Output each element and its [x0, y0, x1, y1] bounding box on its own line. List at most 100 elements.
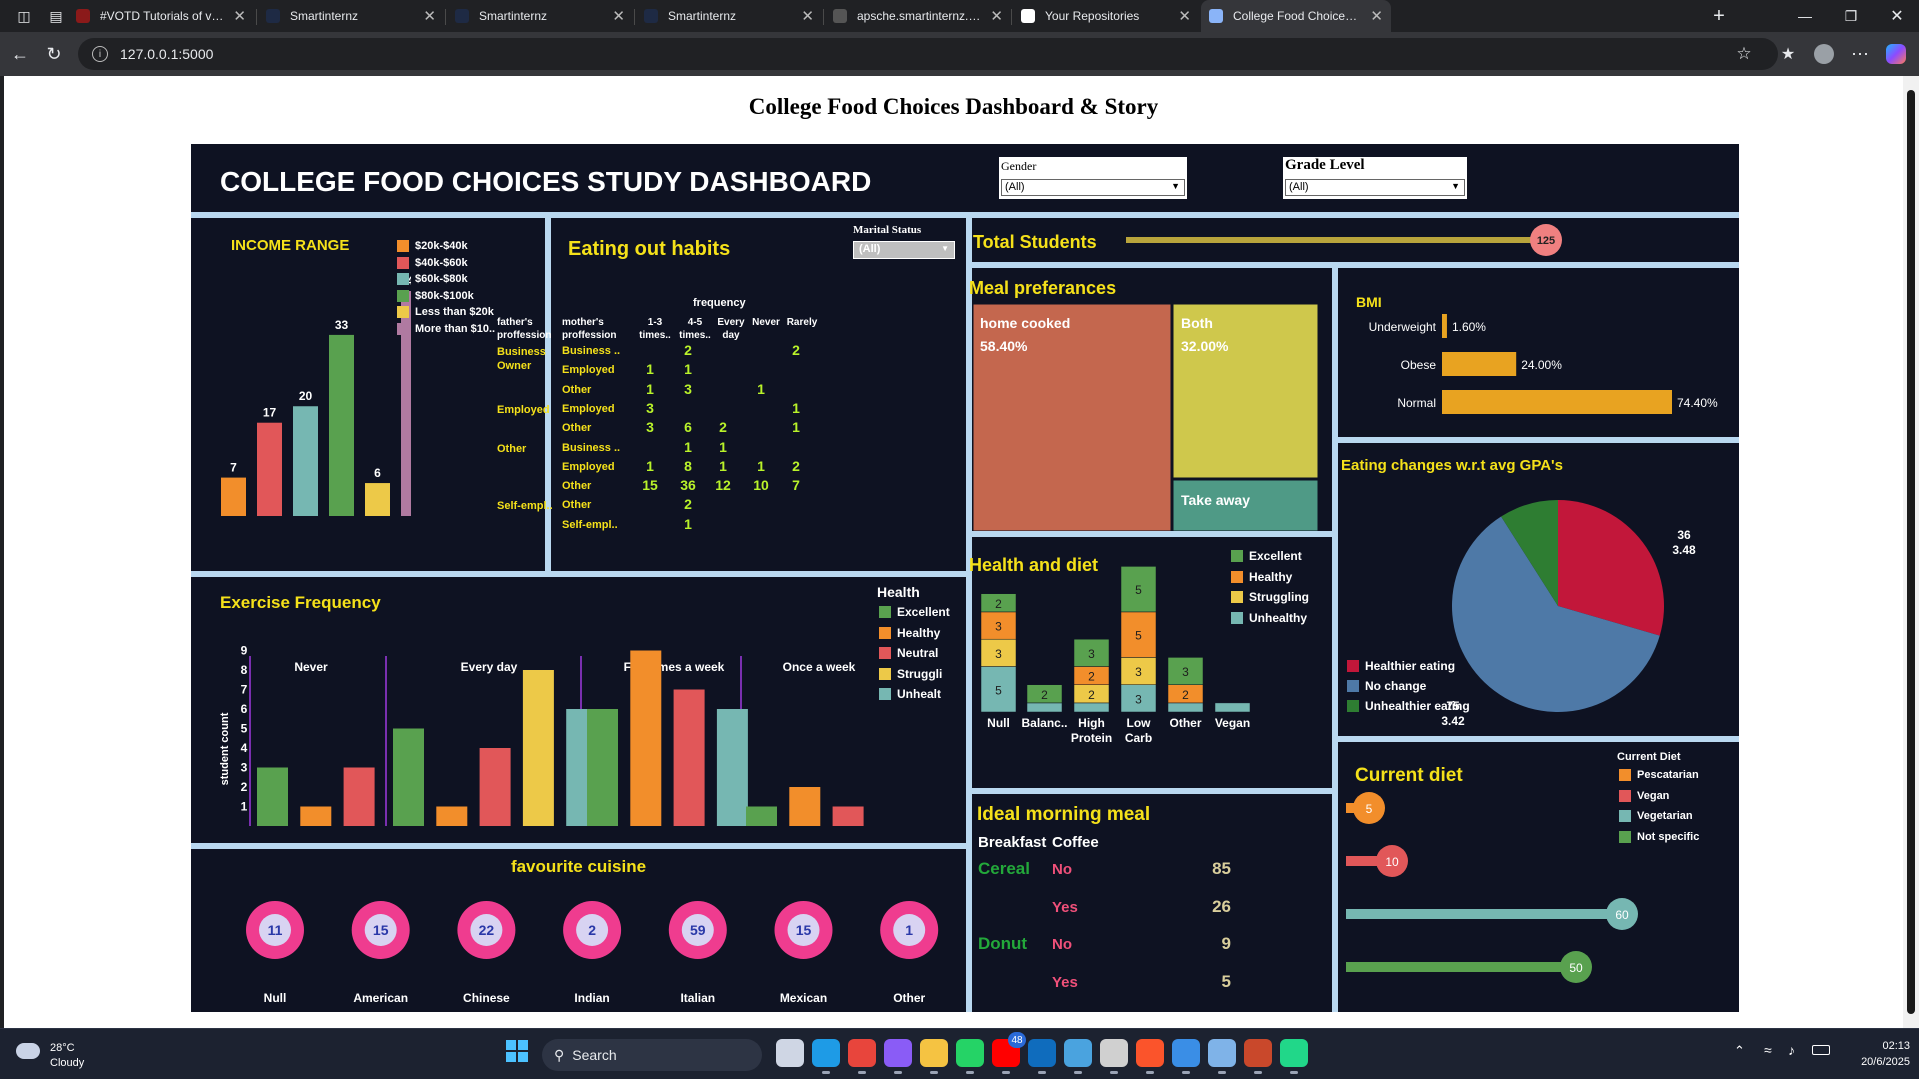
frequency-cell: 1 [684, 438, 692, 455]
battery-icon[interactable] [1812, 1045, 1830, 1055]
browser-tab[interactable]: #VOTD Tutorials of visualization ✕ [68, 0, 254, 32]
health-diet-value-label: 2 [1182, 688, 1189, 702]
browser-tab[interactable]: College Food Choices Dashboar ✕ [1201, 0, 1391, 32]
close-icon[interactable]: ✕ [423, 7, 436, 25]
health-legend-item[interactable]: Neutral [879, 646, 938, 660]
income-legend-item[interactable]: $20k-$40k [397, 240, 537, 252]
health-diet-legend-item[interactable]: Healthy [1231, 570, 1292, 584]
gender-filter[interactable]: Gender (All) ▼ [999, 157, 1187, 199]
gpa-legend-item[interactable]: No change [1347, 679, 1426, 693]
health-legend-item[interactable]: Healthy [879, 626, 940, 640]
chevron-up-icon[interactable]: ⌃ [1734, 1043, 1745, 1059]
photos-icon[interactable] [1064, 1039, 1092, 1074]
frequency-cell: 7 [792, 477, 800, 494]
brave-icon[interactable] [1136, 1039, 1164, 1074]
health-diet-value-label: 3 [1182, 665, 1189, 679]
new-tab-button[interactable]: + [1696, 0, 1742, 32]
gpa-legend-item[interactable]: Unhealthier eating [1347, 699, 1470, 713]
restore-button[interactable]: ❐ [1828, 0, 1874, 32]
browser-tab[interactable]: Smartinternz ✕ [258, 0, 444, 32]
grade-level-filter[interactable]: Grade Level (All) ▼ [1283, 157, 1467, 199]
group-header: Once a week [783, 660, 856, 674]
weather-condition[interactable]: Cloudy [50, 1057, 84, 1069]
clock-date[interactable]: 20/6/2025 [1840, 1056, 1910, 1068]
clock-time[interactable]: 02:13 [1840, 1040, 1910, 1052]
scrollbar-thumb[interactable] [1907, 90, 1915, 1014]
taskbar-search-label: Search [572, 1047, 617, 1063]
vertical-scrollbar[interactable] [1903, 76, 1919, 1028]
calendar-app-icon[interactable] [1244, 1039, 1272, 1074]
pycharm-icon[interactable] [1280, 1039, 1308, 1074]
health-diet-value-label: 2 [1088, 670, 1095, 684]
divider [191, 212, 1739, 218]
income-legend-item[interactable]: $80k-$100k [397, 289, 537, 302]
tab-label: #VOTD Tutorials of visualization [100, 9, 225, 23]
refresh-button[interactable]: ↻ [40, 40, 68, 68]
file-explorer-icon[interactable] [920, 1039, 948, 1074]
gpa-legend-item[interactable]: Healthier eating [1347, 659, 1455, 673]
copilot-icon[interactable] [884, 1039, 912, 1074]
chatgpt-icon[interactable] [1100, 1039, 1128, 1074]
volume-icon[interactable]: ♪ [1788, 1042, 1795, 1058]
close-icon[interactable]: ✕ [801, 7, 814, 25]
close-icon[interactable]: ✕ [990, 7, 1003, 25]
gender-filter-select[interactable]: (All) ▼ [1001, 179, 1185, 196]
health-diet-segment [1073, 702, 1110, 713]
coffee-header: Coffee [1052, 834, 1099, 851]
paint-icon[interactable] [1172, 1039, 1200, 1074]
address-bar[interactable]: i 127.0.0.1:5000 [78, 38, 1778, 70]
running-indicator [1110, 1071, 1118, 1074]
health-legend-item[interactable]: Unhealt [879, 687, 941, 701]
close-window-button[interactable]: ✕ [1874, 0, 1919, 32]
page-viewport: College Food Choices Dashboard & Story C… [4, 76, 1903, 1028]
favorites-icon[interactable]: ★ [1774, 40, 1802, 68]
close-icon[interactable]: ✕ [1178, 7, 1191, 25]
frequency-cell: 1 [792, 399, 800, 416]
chrome-icon[interactable] [848, 1039, 876, 1074]
marital-status-select[interactable]: (All) ▼ [853, 241, 955, 259]
close-icon[interactable]: ✕ [612, 7, 625, 25]
site-info-icon[interactable]: i [92, 46, 108, 62]
running-indicator [1254, 1071, 1262, 1074]
mother-profession-label: Employed [562, 364, 615, 377]
favorite-star-icon[interactable]: ☆ [1730, 40, 1758, 68]
health-diet-legend-item[interactable]: Unhealthy [1231, 611, 1307, 625]
profile-avatar[interactable] [1810, 40, 1838, 68]
back-button[interactable]: ← [6, 40, 34, 68]
edge-icon[interactable] [812, 1039, 840, 1074]
cuisine-label: Mexican [780, 991, 827, 1005]
running-indicator [930, 1071, 938, 1074]
whatsapp-icon[interactable] [956, 1039, 984, 1074]
health-diet-legend-item[interactable]: Struggling [1231, 590, 1309, 604]
more-menu-icon[interactable]: ⋯ [1846, 40, 1874, 68]
health-legend-item[interactable]: Struggli [879, 667, 942, 681]
browser-tab[interactable]: Smartinternz ✕ [636, 0, 822, 32]
outlook-icon[interactable] [1028, 1039, 1056, 1074]
current-diet-value: 5 [1366, 802, 1373, 816]
close-icon[interactable]: ✕ [1370, 7, 1383, 25]
exercise-bar [789, 787, 821, 826]
current-diet-value: 50 [1569, 961, 1583, 975]
snipping-icon[interactable] [1208, 1039, 1236, 1074]
taskbar-search[interactable]: ⚲ Search [542, 1039, 762, 1071]
browser-tab[interactable]: apsche.smartinternz.com ✕ [825, 0, 1011, 32]
task-view-icon[interactable] [776, 1039, 804, 1067]
current-diet-legend-item[interactable]: Pescatarian [1619, 769, 1699, 781]
copilot-icon[interactable] [1882, 40, 1910, 68]
health-diet-legend-item[interactable]: Excellent [1231, 549, 1302, 563]
browser-tab[interactable]: Smartinternz ✕ [447, 0, 633, 32]
income-legend-item[interactable]: $60k-$80k [397, 273, 537, 285]
weather-temp[interactable]: 28°C [50, 1042, 75, 1054]
chevron-down-icon: ▼ [941, 244, 949, 253]
health-legend-item[interactable]: Excellent [879, 605, 950, 619]
windows-start-icon[interactable] [506, 1040, 528, 1062]
minimize-button[interactable]: — [1782, 0, 1828, 32]
grade-level-filter-select[interactable]: (All) ▼ [1285, 179, 1465, 196]
close-icon[interactable]: ✕ [233, 7, 246, 25]
y-tick-label: 7 [241, 683, 248, 697]
cuisine-count: 11 [268, 922, 283, 938]
income-legend-item[interactable]: $40k-$60k [397, 256, 537, 269]
browser-tab[interactable]: Your Repositories ✕ [1013, 0, 1199, 32]
mother-profession-label: Business .. [562, 441, 621, 454]
wifi-icon[interactable]: ≈ [1764, 1042, 1772, 1058]
